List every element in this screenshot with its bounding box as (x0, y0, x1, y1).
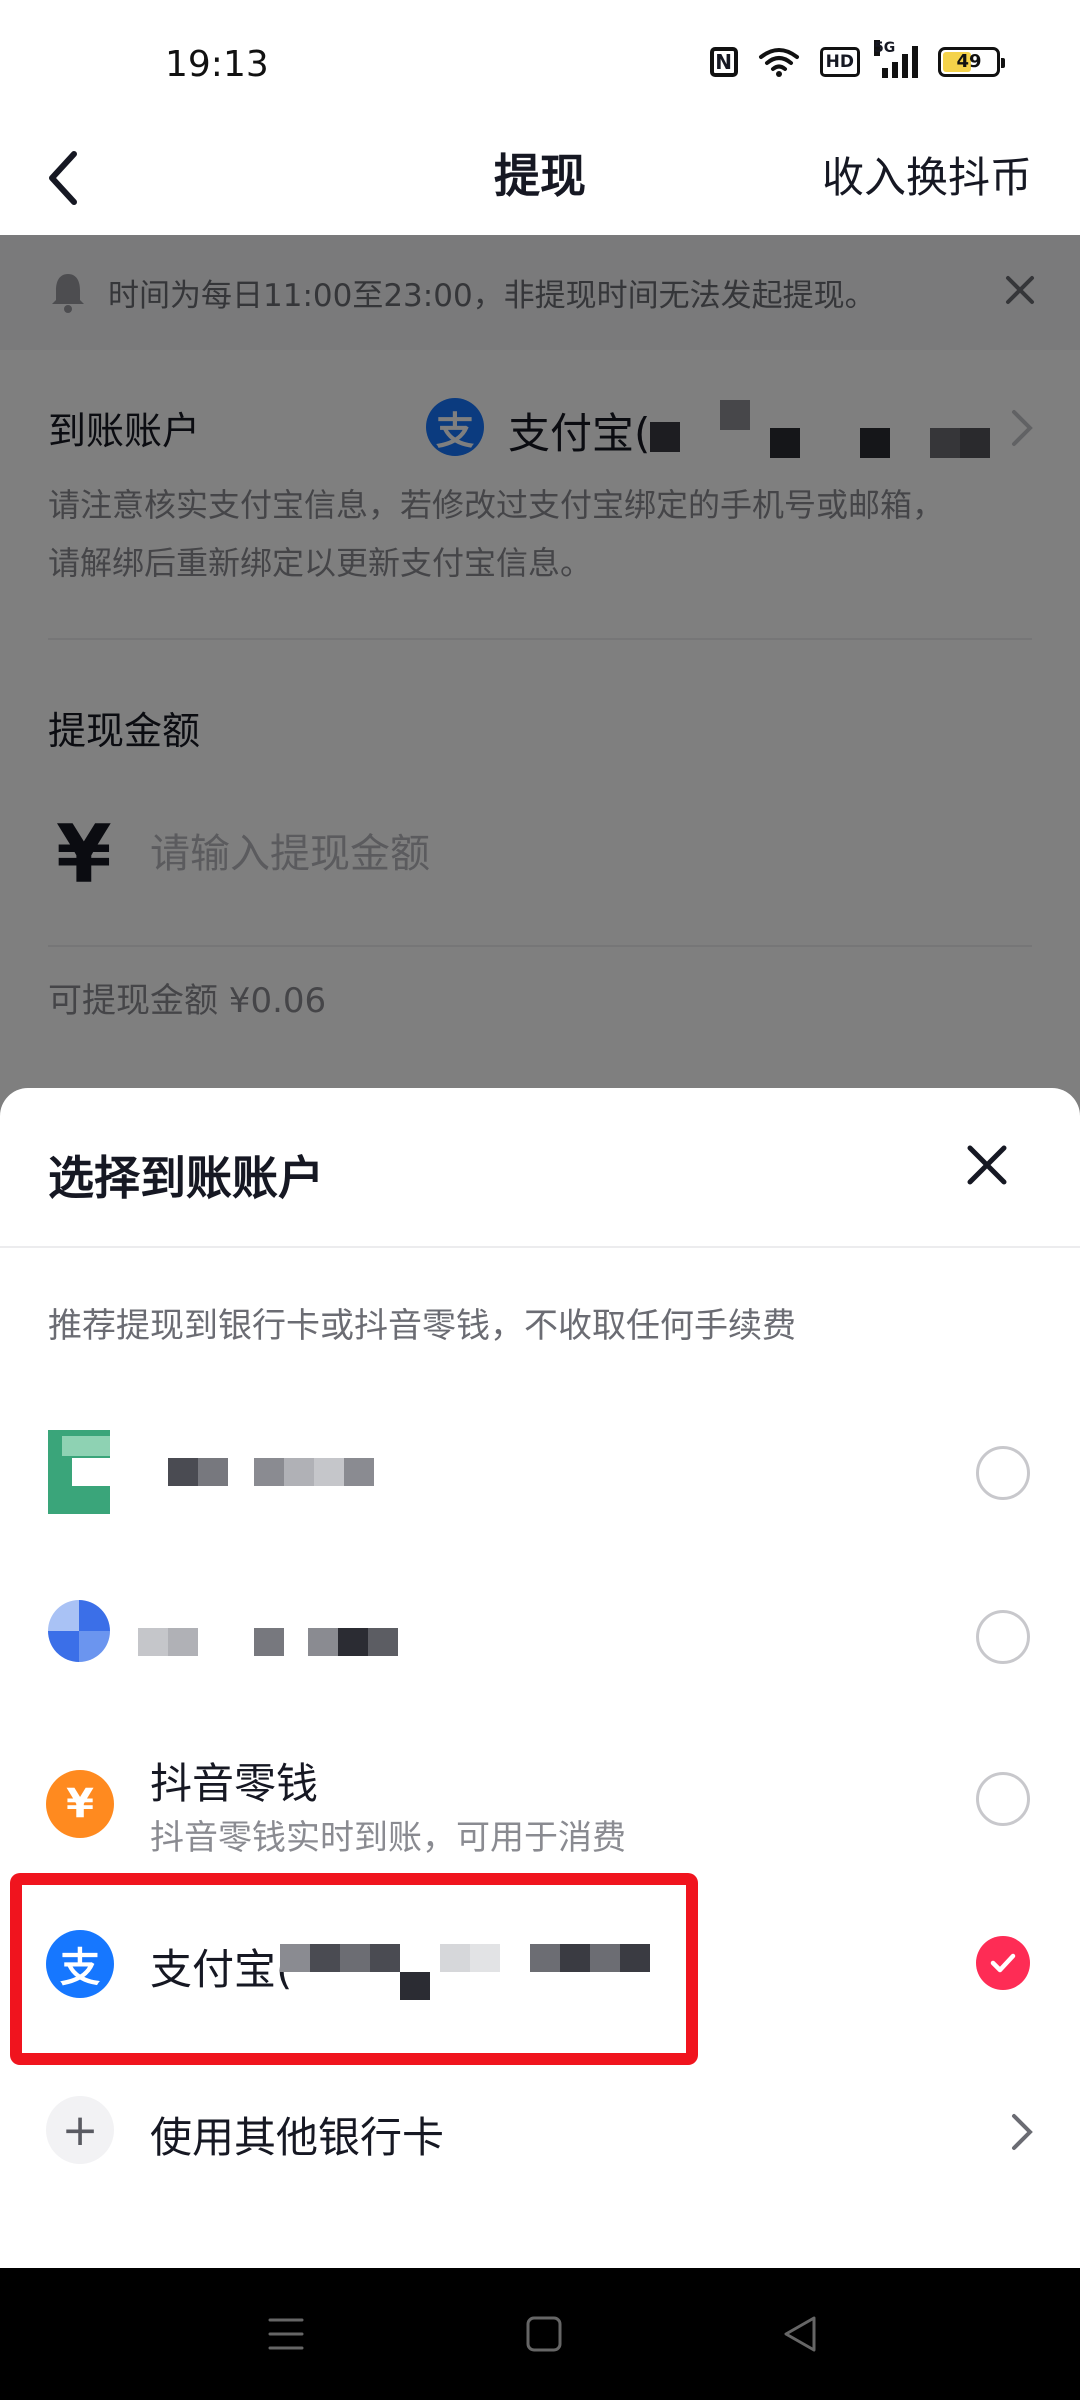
exchange-coins-link[interactable]: 收入换抖币 (822, 144, 1032, 205)
sheet-tip: 推荐提现到银行卡或抖音零钱，不收取任何手续费 (48, 1306, 796, 1346)
highlight-annotation (10, 1873, 698, 2065)
radio-bank-card-2[interactable] (976, 1610, 1030, 1664)
radio-douyin-wallet[interactable] (976, 1772, 1030, 1826)
home-icon[interactable] (524, 2314, 564, 2354)
status-time: 19:13 (165, 44, 269, 85)
battery-icon: 49 (938, 47, 1005, 77)
nfc-icon: N (709, 47, 738, 77)
checkmark-icon (990, 1953, 1016, 1973)
divider (0, 1246, 1080, 1248)
status-icons: N HD 5G 49 (709, 40, 1005, 78)
wifi-icon (758, 48, 799, 77)
signal-icon: 5G (874, 40, 918, 78)
plus-icon: + (46, 2096, 114, 2164)
masked-card-name (138, 1628, 398, 1656)
option-subtitle: 抖音零钱实时到账，可用于消费 (150, 1818, 626, 1858)
chevron-right-icon (1012, 2114, 1033, 2150)
bank-logo-icon (48, 1430, 110, 1514)
masked-card-name (168, 1458, 374, 1486)
hd-icon: HD (819, 47, 860, 77)
bank-logo-icon (48, 1600, 110, 1662)
option-title: 抖音零钱 (150, 1759, 319, 1808)
menu-icon[interactable] (266, 2316, 306, 2352)
network-type: 5G (874, 40, 896, 56)
battery-level: 49 (956, 51, 982, 72)
sheet-title: 选择到账账户 (48, 1151, 324, 1205)
radio-bank-card-1[interactable] (976, 1446, 1030, 1500)
douyin-wallet-icon: ¥ (46, 1770, 114, 1838)
close-icon[interactable] (962, 1140, 1012, 1190)
back-nav-icon[interactable] (780, 2314, 820, 2354)
radio-alipay-checked[interactable] (976, 1936, 1030, 1990)
other-card-label: 使用其他银行卡 (150, 2113, 445, 2162)
list-item-bank-card-1[interactable] (0, 1420, 1080, 1530)
